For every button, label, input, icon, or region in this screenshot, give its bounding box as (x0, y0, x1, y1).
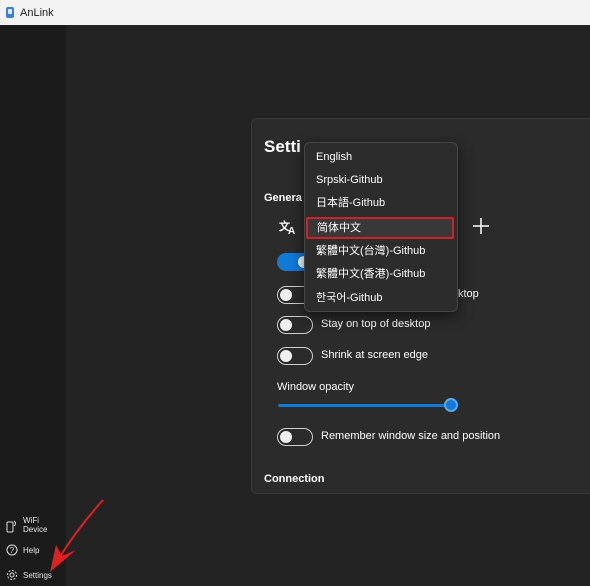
plus-icon (473, 218, 489, 234)
language-dropdown: English Srpski-Github 日本語-Github 简体中文 繁體… (304, 142, 458, 312)
sidebar-item-settings[interactable]: Settings (6, 569, 52, 581)
language-option[interactable]: 한국어-Github (306, 287, 456, 309)
language-option[interactable]: English (306, 146, 456, 168)
add-language-button[interactable] (470, 215, 492, 237)
stay-on-top-toggle[interactable] (277, 316, 313, 334)
sidebar-item-help[interactable]: ? Help (6, 544, 39, 556)
sidebar-item-label: Settings (23, 570, 52, 580)
page-title: Setti (264, 137, 301, 156)
translate-icon[interactable]: 文 A (279, 219, 299, 238)
toggle-2-label: ktop (458, 288, 479, 300)
opacity-slider-thumb[interactable] (444, 398, 458, 412)
connection-section-label: Connection (264, 473, 325, 485)
remember-window-toggle[interactable] (277, 428, 313, 446)
language-option[interactable]: Srpski-Github (306, 169, 456, 191)
window-opacity-label: Window opacity (277, 381, 355, 393)
opacity-slider-track[interactable] (278, 404, 452, 407)
window-title: AnLink (20, 6, 54, 19)
sidebar-item-label: Help (23, 545, 40, 555)
stay-on-top-label: Stay on top of desktop (321, 318, 431, 330)
title-bar: AnLink (0, 0, 590, 25)
shrink-edge-label: Shrink at screen edge (321, 349, 429, 361)
sidebar-item-label: Device (23, 525, 48, 534)
shrink-edge-toggle[interactable] (277, 347, 313, 365)
language-option[interactable]: 日本語-Github (306, 192, 456, 214)
svg-text:A: A (288, 226, 295, 235)
svg-text:?: ? (10, 546, 15, 555)
language-option[interactable]: 繁體中文(台灣)-Github (306, 240, 456, 262)
language-option-selected[interactable]: 简体中文 (306, 217, 454, 239)
gear-icon (6, 569, 18, 581)
remember-window-label: Remember window size and position (321, 430, 501, 442)
sidebar-item-wifi-device[interactable]: WiFi Device (6, 516, 47, 534)
app-icon (6, 7, 14, 18)
help-icon: ? (6, 544, 18, 556)
language-option[interactable]: 繁體中文(香港)-Github (306, 263, 456, 285)
wifi-device-icon (6, 519, 18, 533)
sidebar-item-label: WiFi (23, 516, 39, 525)
sidebar (0, 25, 66, 586)
general-section-label: Genera (264, 192, 302, 204)
